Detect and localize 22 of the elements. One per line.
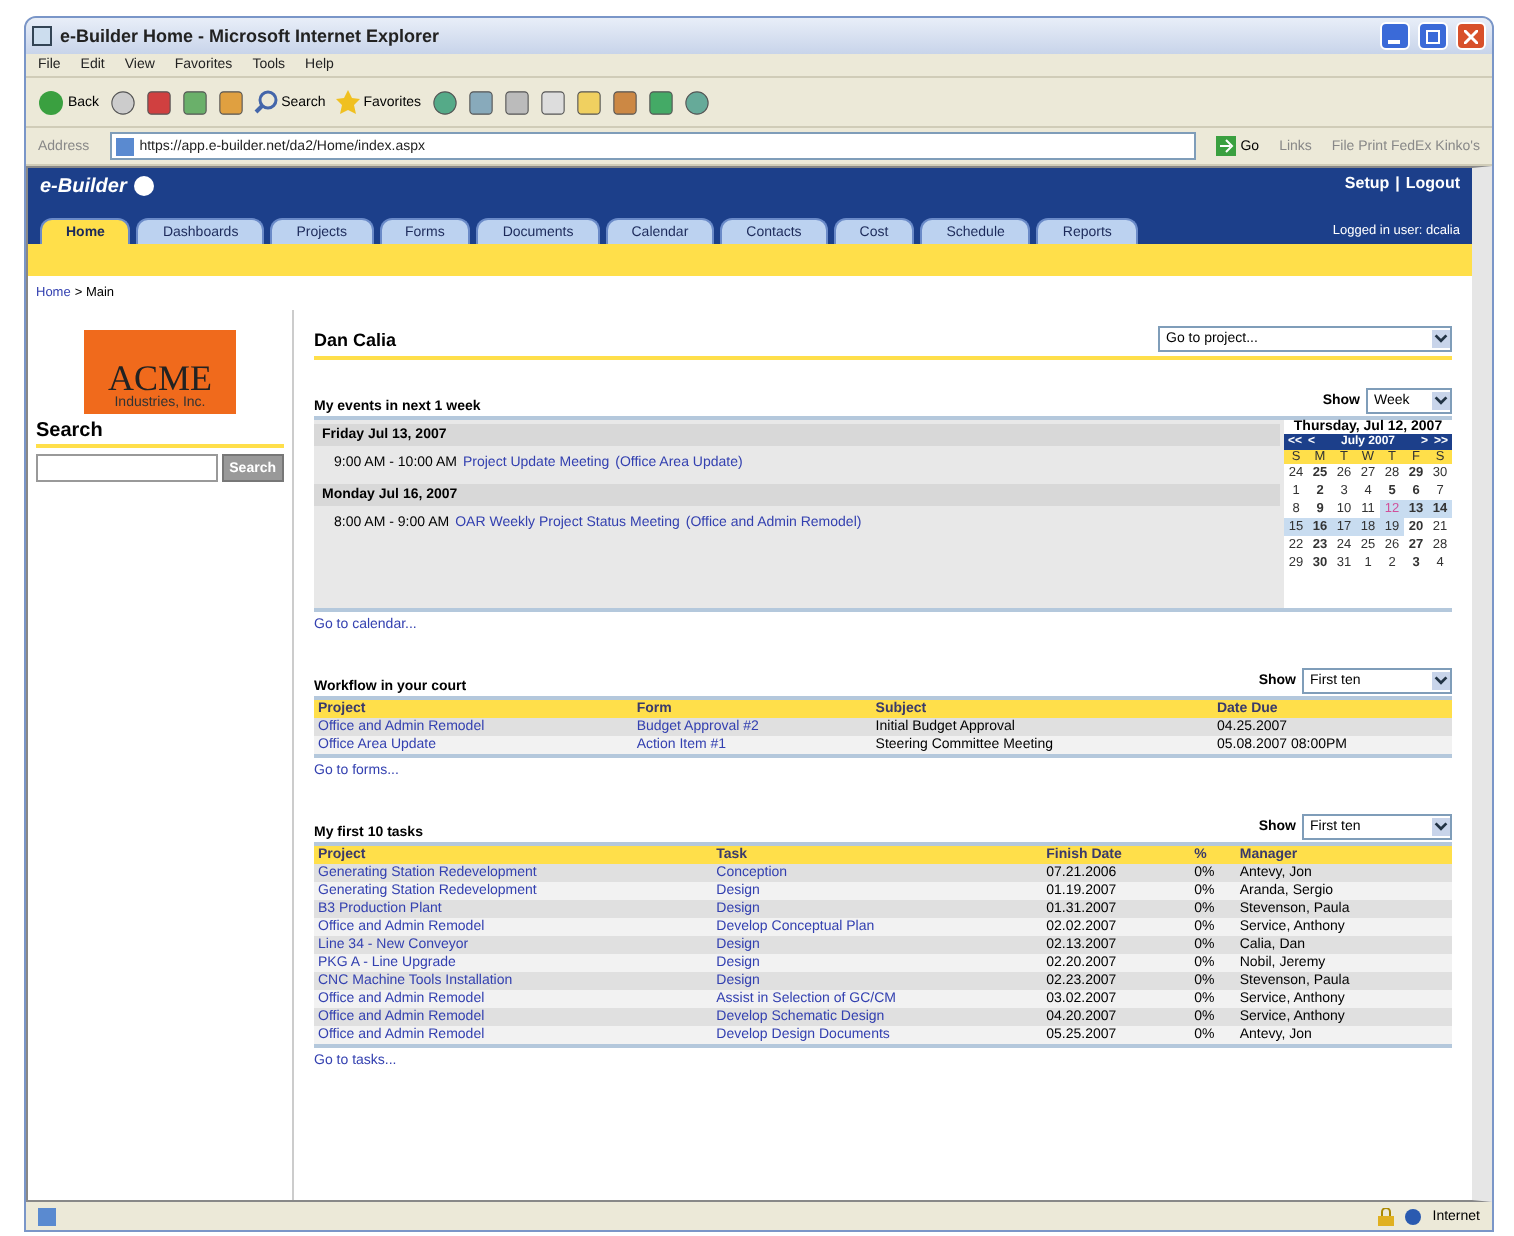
minimize-button[interactable]: [1380, 22, 1410, 50]
close-button[interactable]: [1456, 22, 1486, 50]
e-builder-logo: e-Builder: [40, 174, 157, 198]
dropdown-caret-icon[interactable]: [1432, 330, 1450, 348]
search-title: Search: [36, 420, 284, 448]
search-icon: [253, 90, 278, 114]
maximize-button[interactable]: [1418, 22, 1448, 50]
star-icon: [335, 90, 360, 114]
window-title: e-Builder Home - Microsoft Internet Explorer: [60, 26, 442, 46]
search-field[interactable]: [36, 454, 218, 482]
user-name: Dan Calia: [314, 329, 397, 349]
close-icon: [1464, 29, 1478, 43]
logout-link[interactable]: Logout: [1405, 174, 1460, 192]
browser-icon: [32, 26, 52, 46]
dropdown-caret-icon[interactable]: [1432, 818, 1450, 836]
dropdown-caret-icon[interactable]: [1432, 392, 1450, 410]
lock-icon: [1378, 1207, 1395, 1225]
go-arrow-icon: [1216, 136, 1237, 156]
setup-link[interactable]: Setup: [1344, 174, 1390, 192]
dropdown-caret-icon[interactable]: [1432, 672, 1450, 690]
maximize-icon: [1426, 29, 1440, 43]
separator: |: [1395, 174, 1400, 192]
